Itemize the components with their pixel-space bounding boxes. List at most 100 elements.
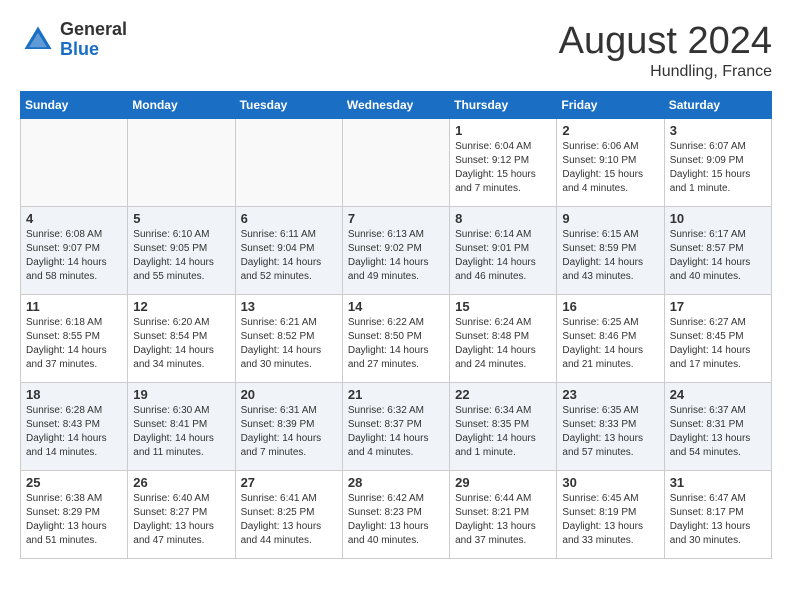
- day-number: 19: [133, 387, 229, 402]
- day-number: 9: [562, 211, 658, 226]
- calendar-day-cell: [21, 119, 128, 207]
- calendar-day-cell: 15 Sunrise: 6:24 AM Sunset: 8:48 PM Dayli…: [450, 295, 557, 383]
- calendar-week-row: 4 Sunrise: 6:08 AM Sunset: 9:07 PM Daylig…: [21, 207, 772, 295]
- day-info: Sunrise: 6:37 AM Sunset: 8:31 PM Dayligh…: [670, 404, 766, 460]
- calendar-day-cell: 3Sunrise: 6:07 AM Sunset: 9:09 PM Daylig…: [664, 119, 771, 207]
- day-number: 5: [133, 211, 229, 226]
- day-number: 24: [670, 387, 766, 402]
- day-info: Sunrise: 6:11 AM Sunset: 9:04 PM Dayligh…: [241, 228, 337, 284]
- calendar-day-cell: 20Sunrise: 6:31 AM Sunset: 8:39 PM Dayli…: [235, 383, 342, 471]
- calendar-day-cell: 31Sunrise: 6:47 AM Sunset: 8:17 PM Dayli…: [664, 471, 771, 559]
- day-info: Sunrise: 6:22 AM Sunset: 8:50 PM Dayligh…: [348, 316, 444, 372]
- day-info: Sunrise: 6:41 AM Sunset: 8:25 PM Dayligh…: [241, 492, 337, 548]
- day-info: Sunrise: 6:28 AM Sunset: 8:43 PM Dayligh…: [26, 404, 122, 460]
- calendar-table: SundayMondayTuesdayWednesdayThursdayFrid…: [20, 91, 772, 559]
- day-info: Sunrise: 6:25 AM Sunset: 8:46 PM Dayligh…: [562, 316, 658, 372]
- month-title: August 2024: [559, 20, 772, 63]
- calendar-day-cell: 24 Sunrise: 6:37 AM Sunset: 8:31 PM Dayli…: [664, 383, 771, 471]
- logo-text: General Blue: [60, 20, 127, 60]
- calendar-week-row: 18 Sunrise: 6:28 AM Sunset: 8:43 PM Dayli…: [21, 383, 772, 471]
- day-info: Sunrise: 6:30 AM Sunset: 8:41 PM Dayligh…: [133, 404, 229, 460]
- calendar-day-cell: 1 Sunrise: 6:04 AM Sunset: 9:12 PM Daylig…: [450, 119, 557, 207]
- day-number: 7: [348, 211, 444, 226]
- calendar-day-cell: 11Sunrise: 6:18 AM Sunset: 8:55 PM Dayli…: [21, 295, 128, 383]
- day-info: Sunrise: 6:10 AM Sunset: 9:05 PM Dayligh…: [133, 228, 229, 284]
- day-number: 14: [348, 299, 444, 314]
- calendar-day-cell: 16 Sunrise: 6:25 AM Sunset: 8:46 PM Dayli…: [557, 295, 664, 383]
- calendar-day-cell: 8 Sunrise: 6:14 AM Sunset: 9:01 PM Daylig…: [450, 207, 557, 295]
- calendar-day-cell: 13 Sunrise: 6:21 AM Sunset: 8:52 PM Dayli…: [235, 295, 342, 383]
- day-info: Sunrise: 6:14 AM Sunset: 9:01 PM Dayligh…: [455, 228, 551, 284]
- day-number: 21: [348, 387, 444, 402]
- day-info: Sunrise: 6:45 AM Sunset: 8:19 PM Dayligh…: [562, 492, 658, 548]
- calendar-day-cell: 23Sunrise: 6:35 AM Sunset: 8:33 PM Dayli…: [557, 383, 664, 471]
- calendar-day-cell: [128, 119, 235, 207]
- calendar-day-cell: 29 Sunrise: 6:44 AM Sunset: 8:21 PM Dayli…: [450, 471, 557, 559]
- day-number: 2: [562, 123, 658, 138]
- calendar-day-cell: [342, 119, 449, 207]
- day-number: 29: [455, 475, 551, 490]
- weekday-header-saturday: Saturday: [664, 92, 771, 119]
- day-number: 30: [562, 475, 658, 490]
- weekday-header-sunday: Sunday: [21, 92, 128, 119]
- calendar-day-cell: 25Sunrise: 6:38 AM Sunset: 8:29 PM Dayli…: [21, 471, 128, 559]
- day-number: 28: [348, 475, 444, 490]
- logo-icon: [20, 22, 56, 58]
- day-info: Sunrise: 6:06 AM Sunset: 9:10 PM Dayligh…: [562, 140, 658, 196]
- day-number: 13: [241, 299, 337, 314]
- day-number: 8: [455, 211, 551, 226]
- logo-general-label: General: [60, 20, 127, 40]
- day-number: 31: [670, 475, 766, 490]
- calendar-day-cell: 27 Sunrise: 6:41 AM Sunset: 8:25 PM Dayli…: [235, 471, 342, 559]
- logo: General Blue: [20, 20, 127, 60]
- calendar-day-cell: 9Sunrise: 6:15 AM Sunset: 8:59 PM Daylig…: [557, 207, 664, 295]
- day-number: 12: [133, 299, 229, 314]
- day-info: Sunrise: 6:31 AM Sunset: 8:39 PM Dayligh…: [241, 404, 337, 460]
- weekday-header-thursday: Thursday: [450, 92, 557, 119]
- weekday-header-monday: Monday: [128, 92, 235, 119]
- day-number: 3: [670, 123, 766, 138]
- day-number: 22: [455, 387, 551, 402]
- day-info: Sunrise: 6:21 AM Sunset: 8:52 PM Dayligh…: [241, 316, 337, 372]
- calendar-day-cell: 19 Sunrise: 6:30 AM Sunset: 8:41 PM Dayli…: [128, 383, 235, 471]
- day-info: Sunrise: 6:04 AM Sunset: 9:12 PM Dayligh…: [455, 140, 551, 196]
- calendar-day-cell: 12Sunrise: 6:20 AM Sunset: 8:54 PM Dayli…: [128, 295, 235, 383]
- calendar-day-cell: 10Sunrise: 6:17 AM Sunset: 8:57 PM Dayli…: [664, 207, 771, 295]
- day-info: Sunrise: 6:34 AM Sunset: 8:35 PM Dayligh…: [455, 404, 551, 460]
- calendar-week-row: 11Sunrise: 6:18 AM Sunset: 8:55 PM Dayli…: [21, 295, 772, 383]
- day-number: 16: [562, 299, 658, 314]
- day-number: 23: [562, 387, 658, 402]
- calendar-day-cell: 28 Sunrise: 6:42 AM Sunset: 8:23 PM Dayli…: [342, 471, 449, 559]
- day-info: Sunrise: 6:24 AM Sunset: 8:48 PM Dayligh…: [455, 316, 551, 372]
- day-number: 11: [26, 299, 122, 314]
- day-number: 27: [241, 475, 337, 490]
- calendar-day-cell: 22 Sunrise: 6:34 AM Sunset: 8:35 PM Dayli…: [450, 383, 557, 471]
- weekday-header-row: SundayMondayTuesdayWednesdayThursdayFrid…: [21, 92, 772, 119]
- day-number: 6: [241, 211, 337, 226]
- day-info: Sunrise: 6:44 AM Sunset: 8:21 PM Dayligh…: [455, 492, 551, 548]
- day-number: 1: [455, 123, 551, 138]
- location-label: Hundling, France: [559, 63, 772, 81]
- calendar-week-row: 1 Sunrise: 6:04 AM Sunset: 9:12 PM Daylig…: [21, 119, 772, 207]
- day-number: 17: [670, 299, 766, 314]
- calendar-day-cell: 14 Sunrise: 6:22 AM Sunset: 8:50 PM Dayli…: [342, 295, 449, 383]
- day-info: Sunrise: 6:42 AM Sunset: 8:23 PM Dayligh…: [348, 492, 444, 548]
- calendar-day-cell: 6 Sunrise: 6:11 AM Sunset: 9:04 PM Daylig…: [235, 207, 342, 295]
- weekday-header-tuesday: Tuesday: [235, 92, 342, 119]
- day-number: 4: [26, 211, 122, 226]
- calendar-week-row: 25Sunrise: 6:38 AM Sunset: 8:29 PM Dayli…: [21, 471, 772, 559]
- page-header: General Blue August 2024 Hundling, Franc…: [20, 20, 772, 81]
- day-info: Sunrise: 6:08 AM Sunset: 9:07 PM Dayligh…: [26, 228, 122, 284]
- day-number: 18: [26, 387, 122, 402]
- calendar-day-cell: 17 Sunrise: 6:27 AM Sunset: 8:45 PM Dayli…: [664, 295, 771, 383]
- day-info: Sunrise: 6:32 AM Sunset: 8:37 PM Dayligh…: [348, 404, 444, 460]
- day-number: 26: [133, 475, 229, 490]
- calendar-day-cell: 21 Sunrise: 6:32 AM Sunset: 8:37 PM Dayli…: [342, 383, 449, 471]
- day-number: 25: [26, 475, 122, 490]
- weekday-header-friday: Friday: [557, 92, 664, 119]
- day-info: Sunrise: 6:27 AM Sunset: 8:45 PM Dayligh…: [670, 316, 766, 372]
- day-number: 15: [455, 299, 551, 314]
- calendar-day-cell: 5 Sunrise: 6:10 AM Sunset: 9:05 PM Daylig…: [128, 207, 235, 295]
- calendar-day-cell: 7Sunrise: 6:13 AM Sunset: 9:02 PM Daylig…: [342, 207, 449, 295]
- day-info: Sunrise: 6:17 AM Sunset: 8:57 PM Dayligh…: [670, 228, 766, 284]
